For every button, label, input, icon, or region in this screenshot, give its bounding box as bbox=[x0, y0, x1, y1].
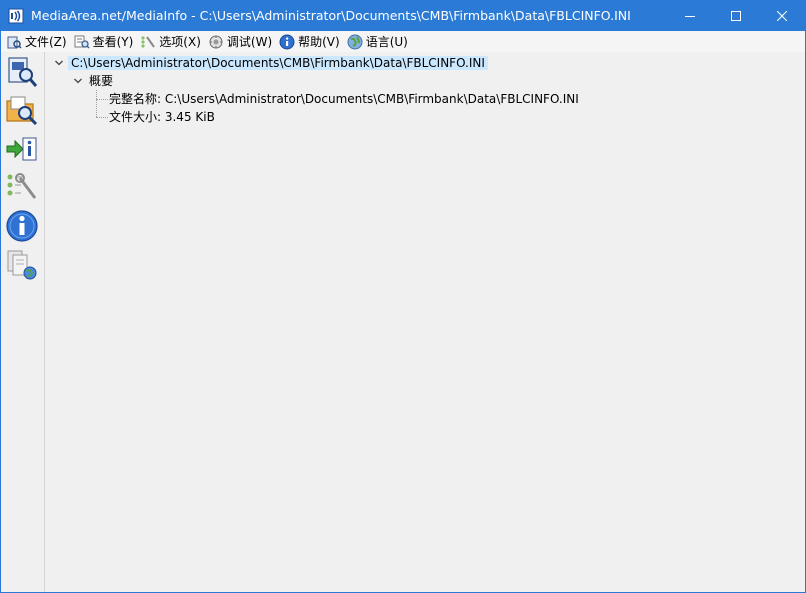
tree-connector bbox=[96, 90, 97, 117]
view-icon bbox=[74, 34, 90, 50]
tree-section-label: 概要 bbox=[89, 74, 114, 88]
menu-bar: 文件(Z) 查看(Y) 选项(X) 调试(W) 帮助(V) 语言(U) bbox=[1, 31, 805, 52]
menu-file[interactable]: 文件(Z) bbox=[4, 31, 72, 52]
options-icon bbox=[140, 34, 156, 50]
tree-connector bbox=[96, 99, 108, 100]
tree-connector bbox=[96, 117, 108, 118]
menu-view[interactable]: 查看(Y) bbox=[72, 31, 139, 52]
knowledge-base-icon bbox=[7, 250, 37, 280]
open-folder-button[interactable] bbox=[5, 93, 39, 127]
about-info-icon bbox=[6, 210, 38, 242]
export-info-icon bbox=[6, 137, 37, 161]
mediainfo-app-icon bbox=[8, 8, 24, 24]
tree-root-label: C:\Users\Administrator\Documents\CMB\Fir… bbox=[68, 56, 488, 70]
help-icon bbox=[279, 34, 295, 50]
window-title: MediaArea.net/MediaInfo - C:\Users\Admin… bbox=[31, 8, 631, 23]
debug-icon bbox=[208, 34, 224, 50]
maximize-icon bbox=[731, 11, 741, 21]
tree-root-node[interactable]: C:\Users\Administrator\Documents\CMB\Fir… bbox=[68, 54, 488, 72]
knowledge-base-button[interactable] bbox=[5, 248, 39, 282]
export-button[interactable] bbox=[5, 132, 39, 166]
file-open-icon bbox=[6, 34, 22, 50]
close-button[interactable] bbox=[759, 1, 805, 31]
tree-field-node[interactable]: 完整名称: C:\Users\Administrator\Documents\C… bbox=[109, 90, 579, 108]
menu-help[interactable]: 帮助(V) bbox=[277, 31, 345, 52]
open-file-button[interactable] bbox=[5, 55, 39, 89]
menu-options[interactable]: 选项(X) bbox=[138, 31, 206, 52]
left-toolbar bbox=[1, 52, 45, 592]
menu-debug[interactable]: 调试(W) bbox=[206, 31, 277, 52]
minimize-icon bbox=[685, 16, 695, 17]
menu-language[interactable]: 语言(U) bbox=[345, 31, 413, 52]
about-button[interactable] bbox=[5, 209, 39, 243]
close-icon bbox=[777, 11, 787, 21]
mediainfo-window: MediaArea.net/MediaInfo - C:\Users\Admin… bbox=[0, 0, 806, 593]
open-file-icon bbox=[8, 57, 38, 87]
preferences-icon bbox=[7, 173, 37, 199]
tree-section-node[interactable]: 概要 bbox=[89, 72, 113, 90]
title-bar[interactable]: MediaArea.net/MediaInfo - C:\Users\Admin… bbox=[1, 1, 805, 31]
preferences-button[interactable] bbox=[5, 170, 39, 204]
chevron-down-icon[interactable] bbox=[54, 58, 64, 68]
minimize-button[interactable] bbox=[667, 1, 713, 31]
chevron-down-icon[interactable] bbox=[73, 76, 83, 86]
maximize-button[interactable] bbox=[713, 1, 759, 31]
language-icon bbox=[347, 34, 363, 50]
tree-field-node[interactable]: 文件大小: 3.45 KiB bbox=[109, 108, 215, 126]
tree-field-label: 完整名称: C:\Users\Administrator\Documents\C… bbox=[109, 92, 579, 106]
tree-field-label: 文件大小: 3.45 KiB bbox=[109, 110, 215, 124]
info-tree[interactable]: C:\Users\Administrator\Documents\CMB\Fir… bbox=[46, 52, 805, 592]
open-folder-icon bbox=[6, 96, 38, 126]
